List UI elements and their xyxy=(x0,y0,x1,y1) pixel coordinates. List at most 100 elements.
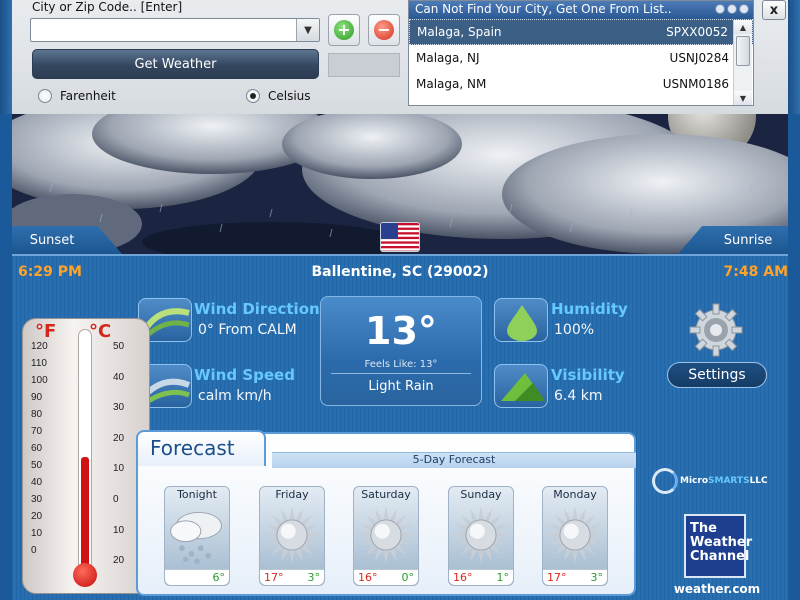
radio-checked-icon xyxy=(246,89,260,103)
fahrenheit-unit: °F xyxy=(35,321,57,342)
us-flag-icon xyxy=(380,222,420,252)
f-tick-label: 120 xyxy=(31,341,48,352)
low-temp: 6° xyxy=(212,571,226,584)
city-list-row[interactable]: Malaga, Spain SPXX0052 xyxy=(409,19,753,45)
search-panel: City or Zip Code.. [Enter] ▼ Get Weather… xyxy=(0,0,800,114)
logo-text: The xyxy=(690,521,717,536)
city-code: SPXX0052 xyxy=(666,25,728,39)
settings-button[interactable]: Settings xyxy=(667,362,767,388)
scroll-thumb[interactable] xyxy=(736,36,750,66)
remove-city-button[interactable]: − xyxy=(368,14,400,46)
visibility-icon xyxy=(494,364,548,408)
f-tick-label: 10 xyxy=(31,528,43,539)
c-tick-label: 20 xyxy=(113,555,125,567)
left-frame-strip xyxy=(0,0,12,114)
city-list[interactable]: Can Not Find Your City, Get One From Lis… xyxy=(408,0,754,106)
city-list-row[interactable]: Malaga, NM USNM0186 xyxy=(409,71,753,97)
f-tick-label: 50 xyxy=(31,460,43,471)
low-temp: 0° xyxy=(401,571,415,584)
weather-com-link[interactable]: weather.com xyxy=(672,582,762,596)
close-button[interactable]: x xyxy=(762,0,786,20)
right-frame-strip xyxy=(788,0,800,114)
forecast-day-card: Sunday 16° 1° xyxy=(448,486,514,586)
gear-icon[interactable] xyxy=(686,300,746,360)
wind-direction-title: Wind Direction xyxy=(194,300,320,318)
condition-label: Light Rain xyxy=(368,379,434,394)
scroll-down-icon[interactable]: ▼ xyxy=(734,91,752,105)
minus-icon: − xyxy=(374,20,394,40)
fahrenheit-label: Farenheit xyxy=(60,89,116,103)
day-temps: 6° xyxy=(165,569,229,585)
fahrenheit-radio[interactable]: Farenheit xyxy=(38,89,116,103)
high-temp: 17° xyxy=(264,571,284,584)
visibility-title: Visibility xyxy=(551,366,625,384)
city-input[interactable] xyxy=(30,18,320,42)
day-name: Monday xyxy=(553,488,597,501)
day-temps: 17° 3° xyxy=(543,569,607,585)
city-code: USNJ0284 xyxy=(669,51,729,65)
sun-icon xyxy=(543,501,607,569)
forecast-day-card: Tonight 6° xyxy=(164,486,230,586)
sun-icon xyxy=(260,501,324,569)
logo-text: Weather xyxy=(690,535,753,550)
celsius-radio[interactable]: Celsius xyxy=(246,89,311,103)
forecast-title: Forecast xyxy=(136,430,266,466)
sunrise-time: 7:48 AM xyxy=(723,264,788,280)
humidity-value: 100% xyxy=(554,322,595,338)
day-name: Tonight xyxy=(177,488,217,501)
divider xyxy=(331,373,471,374)
day-name: Sunday xyxy=(460,488,502,501)
f-tick-label: 30 xyxy=(31,494,43,505)
f-tick-label: 0 xyxy=(31,545,37,556)
f-tick-label: 80 xyxy=(31,409,43,420)
status-box xyxy=(328,53,400,77)
day-temps: 17° 3° xyxy=(260,569,324,585)
high-temp: 16° xyxy=(358,571,378,584)
f-tick-label: 110 xyxy=(31,358,47,369)
logo-text: LLC xyxy=(749,476,768,486)
c-tick-label: 20 xyxy=(113,432,125,444)
visibility-value: 6.4 km xyxy=(554,388,603,404)
wind-speed-value: calm km/h xyxy=(198,388,272,404)
forecast-day-card: Monday 17° 3° xyxy=(542,486,608,586)
day-name: Friday xyxy=(275,488,309,501)
current-conditions: 13° Feels Like: 13° Light Rain xyxy=(320,296,482,406)
f-tick-label: 100 xyxy=(31,375,48,386)
forecast-day-card: Saturday 16° 0° xyxy=(353,486,419,586)
humidity-title: Humidity xyxy=(551,300,628,318)
city-input-label: City or Zip Code.. [Enter] xyxy=(32,0,183,14)
city-list-header-text: Can Not Find Your City, Get One From Lis… xyxy=(415,2,672,16)
get-weather-button[interactable]: Get Weather xyxy=(32,49,319,79)
f-tick-label: 60 xyxy=(31,443,43,454)
wind-direction-value: 0° From CALM xyxy=(198,322,297,338)
logo-text: SMARTS xyxy=(708,476,750,486)
high-temp: 16° xyxy=(453,571,473,584)
city-list-row[interactable]: Malaga, NJ USNJ0284 xyxy=(409,45,753,71)
sun-icon xyxy=(449,501,513,569)
sun-icon xyxy=(354,501,418,569)
high-temp: 17° xyxy=(547,571,567,584)
humidity-icon xyxy=(494,298,548,342)
c-tick-label: 50 xyxy=(113,341,125,352)
c-tick-label: 30 xyxy=(113,402,125,414)
plus-icon: + xyxy=(334,20,354,40)
wind-speed-title: Wind Speed xyxy=(194,366,295,384)
day-temps: 16° 0° xyxy=(354,569,418,585)
microsmarts-logo: MicroSMARTSLLC xyxy=(652,468,768,494)
celsius-unit: °C xyxy=(89,321,112,342)
feels-like: Feels Like: 13° xyxy=(364,359,438,370)
low-temp: 1° xyxy=(496,571,510,584)
mercury-level xyxy=(81,456,89,569)
city-name: Malaga, NM xyxy=(416,77,487,91)
logo-text: Micro xyxy=(680,476,708,486)
add-city-button[interactable]: + xyxy=(328,14,360,46)
c-tick-label: 0 xyxy=(113,494,119,505)
forecast-subtitle: 5-Day Forecast xyxy=(272,452,636,468)
city-dropdown-button[interactable]: ▼ xyxy=(296,19,319,41)
scroll-up-icon[interactable]: ▲ xyxy=(734,20,752,34)
thermometer-bulb xyxy=(73,563,97,587)
current-temperature: 13° xyxy=(365,309,437,353)
forecast-day-card: Friday 17° 3° xyxy=(259,486,325,586)
city-list-scrollbar[interactable]: ▲ ▼ xyxy=(733,20,752,105)
day-temps: 16° 1° xyxy=(449,569,513,585)
